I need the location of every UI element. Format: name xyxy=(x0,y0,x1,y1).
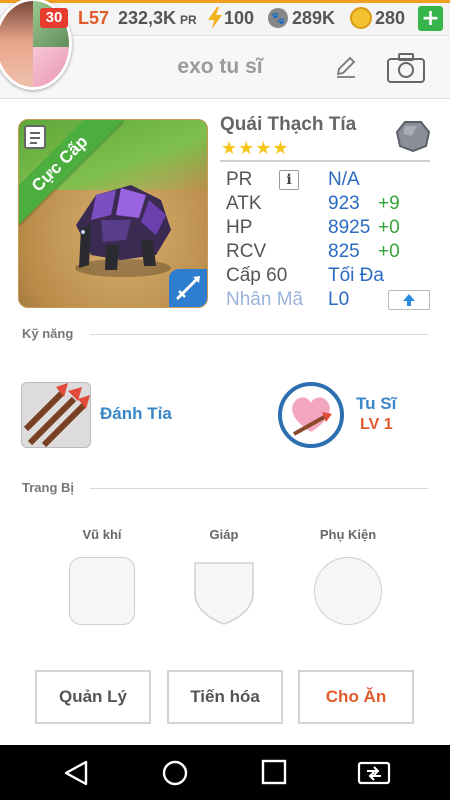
equipment-section-label: Trang Bị xyxy=(22,480,75,495)
stat-bonus: +0 xyxy=(378,217,400,238)
leader-skill-level: LV 1 xyxy=(360,416,393,433)
lightning-icon xyxy=(208,7,222,29)
stat-row-hp: HP 8925 +0 xyxy=(226,216,436,240)
add-currency-button[interactable]: + xyxy=(418,6,443,31)
coin-counter: 280 xyxy=(375,8,406,28)
upgrade-button[interactable] xyxy=(388,290,430,310)
stat-row-atk: ATK 923 +9 xyxy=(226,192,436,216)
stat-value: Tối Đa xyxy=(328,265,384,286)
stat-label: ATK xyxy=(226,193,262,214)
arrows-icon xyxy=(22,383,90,447)
leader-skill-name[interactable]: Tu Sĩ xyxy=(356,394,396,414)
monster-image xyxy=(75,185,171,277)
stat-label: Nhân Mã xyxy=(226,289,304,310)
monster-card[interactable]: Cực Cấp xyxy=(18,119,208,308)
weapon-label: Vũ khí xyxy=(82,527,122,542)
stat-label: Cấp 60 xyxy=(226,265,288,286)
skills-section-label: Kỹ năng xyxy=(22,326,74,341)
stat-row-level: Cấp 60 Tối Đa xyxy=(226,264,436,288)
document-icon[interactable] xyxy=(23,124,47,150)
stat-label: PR xyxy=(226,169,253,190)
stone-element-icon xyxy=(396,121,430,152)
home-icon[interactable] xyxy=(160,759,190,787)
stat-value: N/A xyxy=(328,169,360,190)
back-icon[interactable] xyxy=(62,759,92,787)
arrow-up-icon xyxy=(403,294,415,306)
stat-row-rcv: RCV 825 +0 xyxy=(226,240,436,264)
stat-bonus: +0 xyxy=(378,241,400,262)
pr-unit: PR xyxy=(180,13,197,27)
divider xyxy=(90,334,428,335)
stat-label: HP xyxy=(226,217,253,238)
stat-bonus: +9 xyxy=(378,193,400,214)
stat-value: 923 xyxy=(328,193,360,214)
paw-icon: 🐾 xyxy=(268,8,288,28)
feed-button[interactable]: Cho Ăn xyxy=(298,670,414,724)
player-level: L57 xyxy=(78,8,110,28)
coin-icon xyxy=(350,7,372,29)
info-button[interactable]: i xyxy=(279,170,299,190)
armor-label: Giáp xyxy=(209,527,239,542)
energy-counter: 100 xyxy=(224,8,255,28)
stat-value: L0 xyxy=(328,289,350,310)
archer-class-icon xyxy=(169,269,207,307)
edit-icon[interactable] xyxy=(334,55,358,79)
divider xyxy=(220,160,430,162)
accessory-slot[interactable] xyxy=(314,557,382,625)
stat-value: 825 xyxy=(328,241,360,262)
screen-switch-icon[interactable] xyxy=(357,759,391,787)
accessory-label: Phụ Kiện xyxy=(319,527,377,542)
star-rating: ★★★★ xyxy=(221,138,290,159)
android-nav-bar xyxy=(0,745,450,800)
avatar-level-badge: 30 xyxy=(40,8,68,28)
stat-row-pr: PR i N/A xyxy=(226,168,436,192)
manage-button[interactable]: Quản Lý xyxy=(35,670,151,724)
pr-value: 232,3K xyxy=(118,8,177,28)
weapon-slot[interactable] xyxy=(69,557,135,625)
stat-label: RCV xyxy=(226,241,267,262)
camera-icon[interactable] xyxy=(386,52,426,84)
pr-counter: 232,3K PR xyxy=(118,6,197,32)
armor-slot[interactable] xyxy=(192,557,256,625)
divider xyxy=(90,488,428,489)
page-title: exo tu sĩ xyxy=(177,55,263,78)
snipe-skill-icon[interactable] xyxy=(21,382,91,448)
stat-value: 8925 xyxy=(328,217,371,238)
monster-name: Quái Thạch Tía xyxy=(220,114,357,135)
heart-icon xyxy=(292,397,332,436)
recents-icon[interactable] xyxy=(259,759,289,787)
active-skill-name[interactable]: Đánh Tỉa xyxy=(100,404,172,424)
leader-skill-icon[interactable] xyxy=(278,382,344,448)
food-counter: 289K xyxy=(292,8,336,28)
evolve-button[interactable]: Tiến hóa xyxy=(167,670,283,724)
